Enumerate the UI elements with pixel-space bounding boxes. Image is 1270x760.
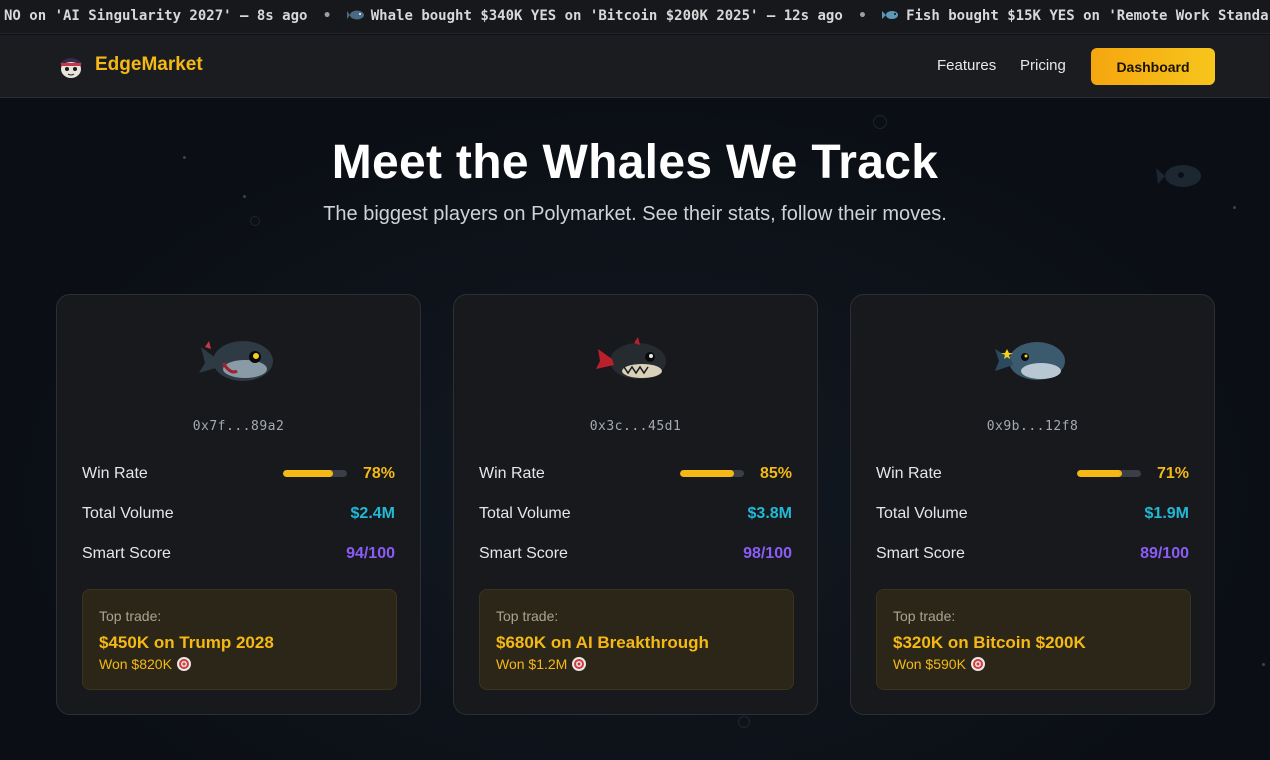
total-volume-label: Total Volume	[479, 505, 571, 522]
live-trade-ticker: NO on 'AI Singularity 2027' — 8s ago • W…	[0, 0, 1270, 34]
top-trade-won: Won $820K	[99, 656, 192, 672]
top-trade-label: Top trade:	[496, 608, 559, 624]
top-trade-box: Top trade: $320K on Bitcoin $200K Won $5…	[876, 589, 1191, 690]
page-title: Meet the Whales We Track	[331, 136, 939, 189]
nav-link-pricing[interactable]: Pricing	[1020, 57, 1066, 74]
total-volume-label: Total Volume	[82, 505, 174, 522]
top-trade-box: Top trade: $450K on Trump 2028 Won $820K	[82, 589, 397, 690]
page-subtitle: The biggest players on Polymarket. See t…	[323, 203, 947, 225]
won-amount: Won $820K	[99, 656, 172, 672]
win-rate-label: Win Rate	[82, 465, 148, 482]
wallet-address[interactable]: 0x7f...89a2	[57, 419, 420, 434]
total-volume-label: Total Volume	[876, 505, 968, 522]
ticker-item: Fish bought $15K YES on 'Remote Work Sta…	[882, 8, 1270, 24]
win-rate-value: 78%	[362, 465, 395, 482]
whale-card[interactable]: 0x3c...45d1 Win Rate 85% Total Volume $3…	[453, 294, 818, 715]
win-rate-label: Win Rate	[479, 465, 545, 482]
win-rate-bar	[680, 470, 744, 477]
win-rate-bar-fill	[1077, 470, 1123, 477]
whale-card[interactable]: 0x9b...12f8 Win Rate 71% Total Volume $1…	[850, 294, 1215, 715]
ticker-item: Whale bought $340K YES on 'Bitcoin $200K…	[346, 8, 851, 24]
smart-score-label: Smart Score	[876, 545, 965, 562]
top-trade-box: Top trade: $680K on AI Breakthrough Won …	[479, 589, 794, 690]
ticker-separator: •	[322, 8, 332, 24]
smart-score-value: 89/100	[1140, 545, 1189, 562]
target-icon	[970, 657, 985, 671]
win-rate-bar	[283, 470, 347, 477]
win-rate-label: Win Rate	[876, 465, 942, 482]
fish-icon	[882, 11, 899, 19]
dot-decoration	[1262, 663, 1265, 666]
smart-score-label: Smart Score	[479, 545, 568, 562]
win-rate-value: 71%	[1156, 465, 1189, 482]
top-navbar: EdgeMarket Features Pricing Dashboard	[0, 35, 1270, 98]
won-amount: Won $590K	[893, 656, 966, 672]
smart-score-value: 94/100	[346, 545, 395, 562]
top-trade-title: $320K on Bitcoin $200K	[893, 633, 1086, 652]
win-rate-value: 85%	[759, 465, 792, 482]
win-rate-bar	[1077, 470, 1141, 477]
nav-link-features[interactable]: Features	[937, 57, 996, 74]
total-volume-value: $2.4M	[350, 505, 395, 522]
brand[interactable]: EdgeMarket	[58, 51, 203, 79]
whale-icon	[346, 10, 364, 20]
bubble-decoration	[738, 716, 750, 728]
total-volume-value: $3.8M	[747, 505, 792, 522]
wallet-address[interactable]: 0x3c...45d1	[454, 419, 817, 434]
smart-score-label: Smart Score	[82, 545, 171, 562]
target-icon	[176, 657, 191, 671]
top-trade-title: $680K on AI Breakthrough	[496, 633, 709, 652]
whale-avatar-icon	[994, 342, 1065, 380]
ticker-item: NO on 'AI Singularity 2027' — 8s ago	[4, 8, 308, 24]
top-trade-won: Won $590K	[893, 656, 986, 672]
smart-score-value: 98/100	[743, 545, 792, 562]
ticker-separator: •	[858, 8, 867, 24]
win-rate-bar-fill	[283, 470, 333, 477]
win-rate-bar-fill	[680, 470, 735, 477]
pirate-logo-icon	[60, 58, 82, 78]
top-trade-title: $450K on Trump 2028	[99, 633, 274, 652]
won-amount: Won $1.2M	[496, 656, 568, 672]
whale-avatar-icon	[198, 341, 273, 381]
brand-name: EdgeMarket	[95, 54, 203, 75]
top-trade-label: Top trade:	[893, 608, 956, 624]
total-volume-value: $1.9M	[1144, 505, 1189, 522]
target-icon	[572, 657, 587, 671]
whale-card[interactable]: 0x7f...89a2 Win Rate 78% Total Volume $2…	[56, 294, 421, 715]
top-trade-label: Top trade:	[99, 608, 162, 624]
whale-avatar-icon	[595, 337, 666, 379]
dot-decoration	[243, 195, 246, 198]
bubble-decoration	[873, 115, 887, 129]
dashboard-button[interactable]: Dashboard	[1091, 48, 1215, 85]
top-trade-won: Won $1.2M	[496, 656, 587, 672]
wallet-address[interactable]: 0x9b...12f8	[851, 419, 1214, 434]
